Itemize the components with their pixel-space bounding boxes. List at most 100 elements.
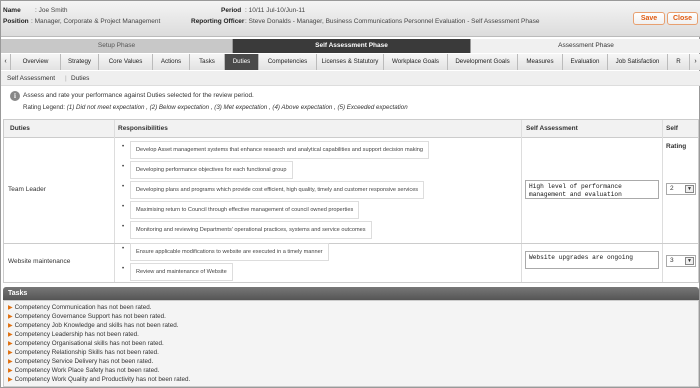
row-divider	[4, 243, 698, 244]
rating-legend: Rating Legend: (1) Did not meet expectat…	[23, 104, 408, 111]
task-item[interactable]: ▶ Competency Relationship Skills has not …	[8, 349, 159, 356]
arrow-right-icon: ▶	[8, 314, 13, 320]
tab-actions[interactable]: Actions	[153, 54, 190, 70]
task-text: Competency Work Place Safety has not bee…	[14, 367, 160, 374]
chevron-down-icon[interactable]: ▼	[685, 185, 694, 193]
arrow-right-icon: ▶	[8, 332, 13, 338]
duty-name: Team Leader	[8, 186, 46, 193]
header-self-rating: Self Rating	[666, 125, 687, 150]
task-item[interactable]: ▶ Competency Communication has not been r…	[8, 304, 151, 311]
self-rating-select[interactable]: 2 ▼	[666, 183, 696, 195]
period-row: Period: 10/11 Jul-10/Jun-11	[221, 7, 305, 14]
breadcrumb-separator: |	[65, 75, 67, 82]
bullet: •	[122, 184, 125, 190]
tab-r[interactable]: R	[668, 54, 690, 70]
self-rating-select[interactable]: 3 ▼	[666, 255, 696, 267]
arrow-right-icon: ▶	[8, 305, 13, 311]
task-text: Competency Communication has not been ra…	[14, 304, 152, 311]
tab-overview[interactable]: Overview	[11, 54, 61, 70]
officer-row: Reporting Officer: Steve Donalds - Manag…	[191, 18, 539, 25]
responsibility-item: Develop Asset management systems that en…	[130, 141, 429, 159]
responsibility-item: Maximising return to Council through eff…	[130, 201, 360, 219]
close-button[interactable]: Close	[667, 12, 698, 25]
save-button[interactable]: Save	[633, 12, 665, 25]
tab-measures[interactable]: Measures	[518, 54, 563, 70]
period-label: Period	[221, 7, 242, 14]
task-item[interactable]: ▶ Competency Work Quality and Productivit…	[8, 376, 190, 383]
responsibility-item: Monitoring and reviewing Departments' op…	[130, 221, 372, 239]
task-text: Competency Job Knowledge and skills has …	[14, 322, 179, 329]
task-text: Competency Governance Support has not be…	[14, 313, 166, 320]
breadcrumb-duties[interactable]: Duties	[71, 71, 89, 86]
column-divider	[662, 120, 663, 282]
phase-assessment[interactable]: Assessment Phase	[471, 39, 700, 53]
tab-tasks[interactable]: Tasks	[190, 54, 225, 70]
rating-legend-label: Rating Legend:	[23, 104, 65, 111]
phase-bar: Setup Phase Self Assessment Phase Assess…	[1, 39, 700, 53]
duties-table: Duties Responsibilities Self Assessment …	[3, 119, 699, 283]
tab-strategy[interactable]: Strategy	[61, 54, 99, 70]
name-value: : Joe Smith	[35, 7, 68, 14]
period-value: : 10/11 Jul-10/Jun-11	[245, 7, 306, 14]
task-item[interactable]: ▶ Competency Leadership has not been rate…	[8, 331, 139, 338]
rating-legend-text: (1) Did not meet expectation , (2) Below…	[66, 104, 408, 111]
task-text: Competency Service Delivery has not been…	[14, 358, 154, 365]
task-text: Competency Relationship Skills has not b…	[14, 349, 159, 356]
bullet: •	[122, 246, 125, 252]
self-rating-value: 3	[670, 257, 674, 264]
tab-scroll-left-icon[interactable]: ‹	[1, 54, 11, 70]
officer-value: : Steve Donalds - Manager, Business Comm…	[245, 18, 540, 25]
column-divider	[114, 120, 115, 282]
info-text: Assess and rate your performance against…	[23, 92, 254, 99]
bullet: •	[122, 204, 125, 210]
task-item[interactable]: ▶ Competency Job Knowledge and skills has…	[8, 322, 178, 329]
tab-scroll-right-icon[interactable]: ›	[690, 54, 700, 70]
tab-licenses-statutory[interactable]: Licenses & Statutory	[317, 54, 384, 70]
column-divider	[521, 120, 522, 282]
self-rating-value: 2	[670, 185, 674, 192]
header-self-assessment: Self Assessment	[526, 125, 578, 132]
task-item[interactable]: ▶ Competency Governance Support has not b…	[8, 313, 166, 320]
tab-competencies[interactable]: Competencies	[259, 54, 317, 70]
task-item[interactable]: ▶ Competency Service Delivery has not bee…	[8, 358, 153, 365]
arrow-right-icon: ▶	[8, 350, 13, 356]
tasks-panel-title: Tasks	[3, 287, 699, 300]
tab-evaluation[interactable]: Evaluation	[563, 54, 608, 70]
arrow-right-icon: ▶	[8, 359, 13, 365]
task-text: Competency Organisational skills has not…	[14, 340, 164, 347]
task-item[interactable]: ▶ Competency Organisational skills has no…	[8, 340, 164, 347]
tab-job-satisfaction[interactable]: Job Satisfaction	[608, 54, 668, 70]
responsibility-item: Review and maintenance of Website	[130, 263, 233, 281]
arrow-right-icon: ▶	[8, 323, 13, 329]
task-item[interactable]: ▶ Competency Work Place Safety has not be…	[8, 367, 159, 374]
phase-setup[interactable]: Setup Phase	[1, 39, 233, 53]
breadcrumb: Self Assessment | Duties	[1, 71, 700, 86]
responsibility-item: Ensure applicable modifications to websi…	[130, 243, 329, 261]
arrow-right-icon: ▶	[8, 341, 13, 347]
name-row: Name: Joe Smith	[3, 7, 68, 14]
self-assessment-textarea[interactable]: High level of performance management and…	[525, 180, 659, 199]
info-icon: i	[10, 91, 20, 101]
tab-bar: ‹ Overview Strategy Core Values Actions …	[1, 54, 700, 70]
bullet: •	[122, 164, 125, 170]
header-responsibilities: Responsibilities	[118, 125, 168, 132]
bullet: •	[122, 266, 125, 272]
tab-workplace-goals[interactable]: Workplace Goals	[384, 54, 448, 70]
tab-core-values[interactable]: Core Values	[99, 54, 153, 70]
tab-development-goals[interactable]: Development Goals	[448, 54, 518, 70]
chevron-down-icon[interactable]: ▼	[685, 257, 694, 265]
position-label: Position	[3, 18, 29, 25]
position-row: Position: Manager, Corporate & Project M…	[3, 18, 160, 25]
phase-self-assessment[interactable]: Self Assessment Phase	[233, 39, 471, 53]
tab-duties[interactable]: Duties	[225, 54, 259, 70]
employee-header: Name: Joe Smith Position: Manager, Corpo…	[1, 1, 700, 37]
responsibility-item: Developing plans and programs which prov…	[130, 181, 425, 199]
header-duties: Duties	[10, 125, 30, 132]
responsibility-item: Developing performance objectives for ea…	[130, 161, 293, 179]
officer-label: Reporting Officer	[191, 18, 245, 25]
self-assessment-textarea[interactable]: Website upgrades are ongoing	[525, 251, 659, 269]
duty-name: Website maintenance	[8, 258, 71, 265]
breadcrumb-self-assessment[interactable]: Self Assessment	[7, 71, 55, 86]
arrow-right-icon: ▶	[8, 377, 13, 383]
task-text: Competency Work Quality and Productivity…	[14, 376, 191, 383]
